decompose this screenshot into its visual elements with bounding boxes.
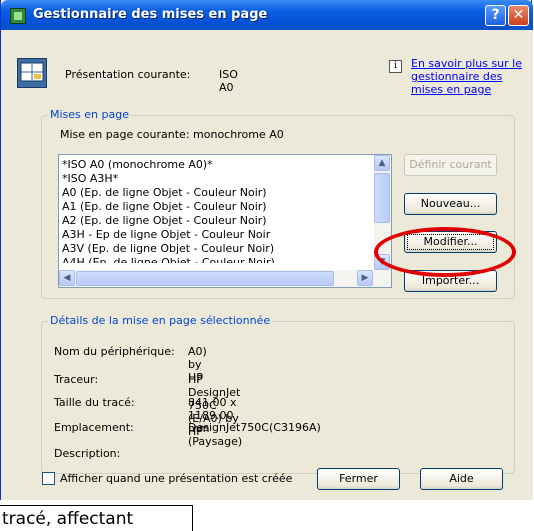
list-item[interactable]: A1 (Ep. de ligne Objet - Couleur Noir) xyxy=(62,200,374,214)
list-item[interactable]: *ISO A0 (monochrome A0)* xyxy=(62,158,374,172)
details-group-title: Détails de la mise en page sélectionnée xyxy=(48,314,273,327)
description-row: Description: xyxy=(54,447,120,460)
current-layout: Présentation courante: ISO A0 xyxy=(65,68,238,94)
help-button[interactable]: Aide xyxy=(420,468,503,490)
page-setups-group-title: Mises en page xyxy=(48,108,131,121)
description-label: Description: xyxy=(54,447,121,460)
list-item[interactable]: A3V (Ep. de ligne Objet - Couleur Noir) xyxy=(62,242,374,256)
horizontal-scrollbar[interactable]: ◀ ▶ xyxy=(59,270,391,287)
list-item[interactable]: A3H - Ep de ligne Objet - Couleur Noir xyxy=(62,228,374,242)
current-setup-label: Mise en page courante: xyxy=(60,128,190,141)
title-bar[interactable]: Gestionnaire des mises en page ? ✕ xyxy=(1,0,533,30)
device-row: Nom du périphérique: A0) by HP xyxy=(54,345,207,384)
location-label: Emplacement: xyxy=(54,421,134,434)
show-on-create-checkbox[interactable] xyxy=(42,472,55,485)
set-current-button[interactable]: Définir courant xyxy=(404,154,497,176)
horizontal-scroll-thumb[interactable] xyxy=(76,271,334,286)
plotter-label: Traceur: xyxy=(54,373,99,386)
list-item[interactable]: A4H (Ep. de ligne Objet - Couleur Noir) xyxy=(62,256,374,263)
vertical-scroll-thumb[interactable] xyxy=(374,173,390,223)
help-icon[interactable]: ? xyxy=(485,5,506,26)
current-layout-value: ISO A0 xyxy=(219,68,238,94)
scroll-right-icon[interactable]: ▶ xyxy=(357,270,373,286)
list-item[interactable]: A2 (Ep. de ligne Objet - Couleur Noir) xyxy=(62,214,374,228)
location-row: Emplacement: DesignJet750C(C3196A) xyxy=(54,421,321,434)
plot-size-label: Taille du tracé: xyxy=(54,396,135,409)
scroll-up-icon[interactable]: ▲ xyxy=(374,155,390,171)
list-item[interactable]: A0 (Ep. de ligne Objet - Couleur Noir) xyxy=(62,186,374,200)
page-setups-list[interactable]: *ISO A0 (monochrome A0)* *ISO A3H* A0 (E… xyxy=(58,154,392,288)
layout-icon xyxy=(17,58,47,88)
scroll-left-icon[interactable]: ◀ xyxy=(59,270,75,286)
overlay-caption: tracé, affectant xyxy=(0,505,193,531)
show-on-create-label: Afficher quand une présentation est créé… xyxy=(60,472,293,485)
location-value: DesignJet750C(C3196A) xyxy=(188,421,321,434)
close-icon[interactable]: ✕ xyxy=(508,5,529,26)
plotter-row: Traceur: HP DesignJet 750C (E/A0) by HP xyxy=(54,373,240,438)
info-icon: i xyxy=(389,60,402,73)
current-setup: Mise en page courante: monochrome A0 xyxy=(60,128,284,141)
list-item[interactable]: *ISO A3H* xyxy=(62,172,374,186)
page-setups-items: *ISO A0 (monochrome A0)* *ISO A3H* A0 (E… xyxy=(62,158,374,263)
close-button[interactable]: Fermer xyxy=(317,468,400,490)
app-icon xyxy=(10,8,26,24)
window-title: Gestionnaire des mises en page xyxy=(33,7,268,22)
highlight-ellipse xyxy=(374,227,516,277)
plot-size-row: Taille du tracé: 841.00 x 1189.00 mm (Pa… xyxy=(54,396,242,448)
current-layout-label: Présentation courante: xyxy=(65,68,191,81)
learn-more-link[interactable]: En savoir plus sur le gestionnaire des m… xyxy=(411,57,529,96)
device-label: Nom du périphérique: xyxy=(54,345,175,358)
new-button[interactable]: Nouveau... xyxy=(404,193,497,215)
current-setup-value: monochrome A0 xyxy=(193,128,284,141)
